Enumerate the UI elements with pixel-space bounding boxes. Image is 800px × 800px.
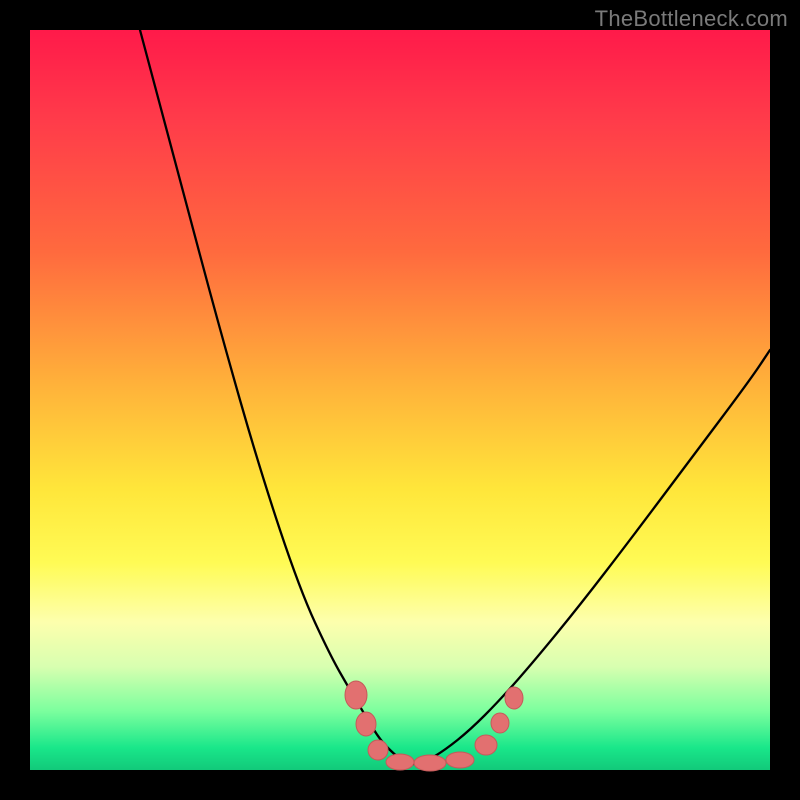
watermark-text: TheBottleneck.com — [595, 6, 788, 32]
plot-area — [30, 30, 770, 770]
highlight-marker-5 — [446, 752, 474, 768]
highlight-marker-8 — [505, 687, 523, 709]
right-branch-curve — [408, 350, 770, 765]
highlight-marker-4 — [414, 755, 446, 771]
chart-frame: TheBottleneck.com — [0, 0, 800, 800]
highlight-marker-6 — [475, 735, 497, 755]
highlight-marker-1 — [356, 712, 376, 736]
highlight-marker-2 — [368, 740, 388, 760]
highlight-marker-7 — [491, 713, 509, 733]
chart-overlay — [30, 30, 770, 770]
highlight-marker-3 — [386, 754, 414, 770]
highlight-markers — [345, 681, 523, 771]
highlight-marker-0 — [345, 681, 367, 709]
left-branch-curve — [140, 30, 408, 765]
